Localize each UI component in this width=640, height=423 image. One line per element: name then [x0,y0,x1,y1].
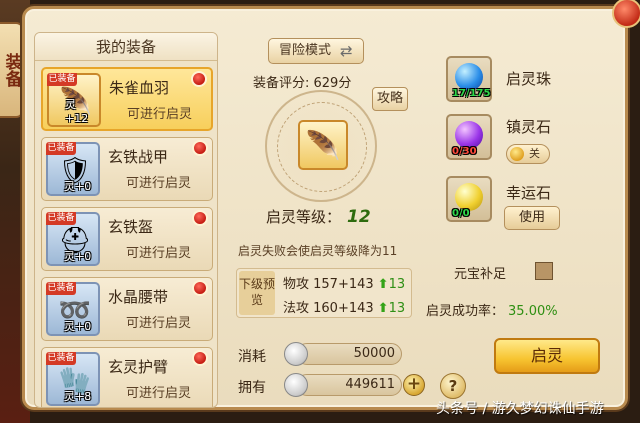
toggle-label: 关 [529,147,540,160]
equipment-thumbnail: 🪶 已装备 灵+12 [47,73,101,127]
adventure-mode-label: 冒险模式 [279,43,332,58]
success-rate: 启灵成功率： 35.00% [426,300,558,319]
enhance-button[interactable]: 启灵 [494,338,600,374]
side-tab-equipment[interactable]: 装备 [0,22,24,118]
equipment-thumbnail: ⛑ 已装备 灵+0 [46,212,100,266]
equipment-list-panel: 我的装备 🪶 已装备 灵+12 朱雀血羽 可进行启灵 🛡 已装备 灵+0 玄铁战… [34,32,218,408]
equipment-status: 可进行启灵 [126,176,192,191]
success-rate-label: 启灵成功率： [426,304,505,319]
close-button[interactable] [612,0,640,28]
switch-arrows-icon: ⇄ [340,42,353,60]
equipment-list-title: 我的装备 [35,33,217,61]
equipment-level: 灵+8 [64,390,92,403]
yuanbao-checkbox[interactable] [535,262,553,280]
equipment-status: 可进行启灵 [126,316,192,331]
notification-dot [191,71,207,87]
stone-name: 幸运石 [506,184,552,202]
equipment-name: 水晶腰带 [108,288,169,306]
equipment-thumbnail: 🧤 已装备 灵+8 [46,352,100,406]
equipment-item[interactable]: 🛡 已装备 灵+0 玄铁战甲 可进行启灵 [41,137,213,201]
cost-label: 消耗 [238,349,266,365]
stone-slot[interactable]: 0/0 [446,176,492,222]
equipment-level: 灵+0 [64,180,92,193]
stone-row-luck: 0/0 幸运石 使用 [424,176,610,230]
stone-row-zhenling: 0/30 镇灵石 关 [424,114,610,164]
stone-row-qiling: 17/175 启灵珠 [424,56,610,106]
equipped-tag: 已装备 [46,212,76,225]
equipment-thumbnail: 🛡 已装备 灵+0 [46,142,100,196]
stat-gain: 13 [388,277,406,292]
next-level-preview: 下级预览 物攻 157+143 ⬆13 法攻 160+143 ⬆13 [236,268,412,318]
enhance-level-label: 启灵等级： [266,208,342,226]
equipment-status: 可进行启灵 [127,107,193,122]
enhance-level: 启灵等级： 12 [266,206,371,227]
equipped-tag: 已装备 [46,142,76,155]
adventure-mode-button[interactable]: 冒险模式 ⇄ [268,38,364,64]
failure-note: 启灵失败会使启灵等级降为11 [238,244,398,258]
equipment-name: 玄铁盔 [108,218,154,236]
purple-orb-icon [455,121,483,149]
guide-button[interactable]: 攻略 [372,87,408,111]
yellow-orb-icon [455,183,483,211]
silver-coin-icon [284,373,308,397]
equipment-status: 可进行启灵 [126,246,192,261]
notification-dot [192,210,208,226]
equipment-item[interactable]: ⛑ 已装备 灵+0 玄铁盔 可进行启灵 [41,207,213,271]
watermark: 头条号 / 游久梦幻诛仙手游 [436,401,604,417]
stone-name: 启灵珠 [506,70,552,88]
notification-dot [192,280,208,296]
stone-name: 镇灵石 [506,118,552,136]
stat-text: 法攻 160+143 [283,301,374,316]
preview-tag: 下级预览 [239,271,275,315]
equipment-level: 灵+12 [65,98,89,125]
equipment-item[interactable]: ➿ 已装备 灵+0 水晶腰带 可进行启灵 [41,277,213,341]
equipment-thumbnail: ➿ 已装备 灵+0 [46,282,100,336]
stone-count: 0/30 [452,146,477,157]
equipment-item[interactable]: 🪶 已装备 灵+12 朱雀血羽 可进行启灵 [41,67,213,131]
zhenling-toggle[interactable]: 关 [506,144,550,164]
feather-crest-icon: 🪶 [305,128,341,162]
side-tab-label: 装备 [1,53,22,87]
stone-count: 17/175 [452,88,491,99]
help-button[interactable]: ? [440,373,466,399]
owned-value: 449611 [296,374,402,396]
stat-text: 物攻 157+143 [283,277,374,292]
equipment-item[interactable]: 🧤 已装备 灵+8 玄灵护臂 可进行启灵 [41,347,213,407]
equipment-name: 玄铁战甲 [108,148,169,166]
yuanbao-label: 元宝补足 [454,267,507,282]
equipment-name: 玄灵护臂 [108,358,169,376]
stat-gain: 13 [388,301,406,316]
equipment-status: 可进行启灵 [126,386,192,401]
selected-equipment-slot: 🪶 [298,120,348,170]
stone-slot[interactable]: 17/175 [446,56,492,102]
enhance-level-value: 12 [347,207,371,227]
equipped-tag: 已装备 [46,282,76,295]
owned-label: 拥有 [238,380,266,396]
stone-slot[interactable]: 0/30 [446,114,492,160]
cost-value: 50000 [296,343,402,365]
stat-row-physical: 物攻 157+143 ⬆13 [283,273,405,292]
equipment-name: 朱雀血羽 [109,79,170,97]
equipped-tag: 已装备 [47,73,77,86]
notification-dot [192,350,208,366]
toggle-knob [510,147,524,161]
up-arrow-icon: ⬆ [377,277,389,292]
stone-count: 0/0 [452,208,470,219]
equipment-level: 灵+0 [64,320,92,333]
success-rate-value: 35.00% [508,304,558,319]
equipment-score: 装备评分: 629分 [253,76,352,91]
equipped-tag: 已装备 [46,352,76,365]
up-arrow-icon: ⬆ [377,301,389,316]
blue-orb-icon [455,63,483,91]
use-luck-stone-button[interactable]: 使用 [504,206,560,230]
silver-coin-icon [284,342,308,366]
add-currency-button[interactable]: + [403,374,425,396]
notification-dot [192,140,208,156]
equipment-level: 灵+0 [64,250,92,263]
stat-row-magic: 法攻 160+143 ⬆13 [283,297,405,316]
